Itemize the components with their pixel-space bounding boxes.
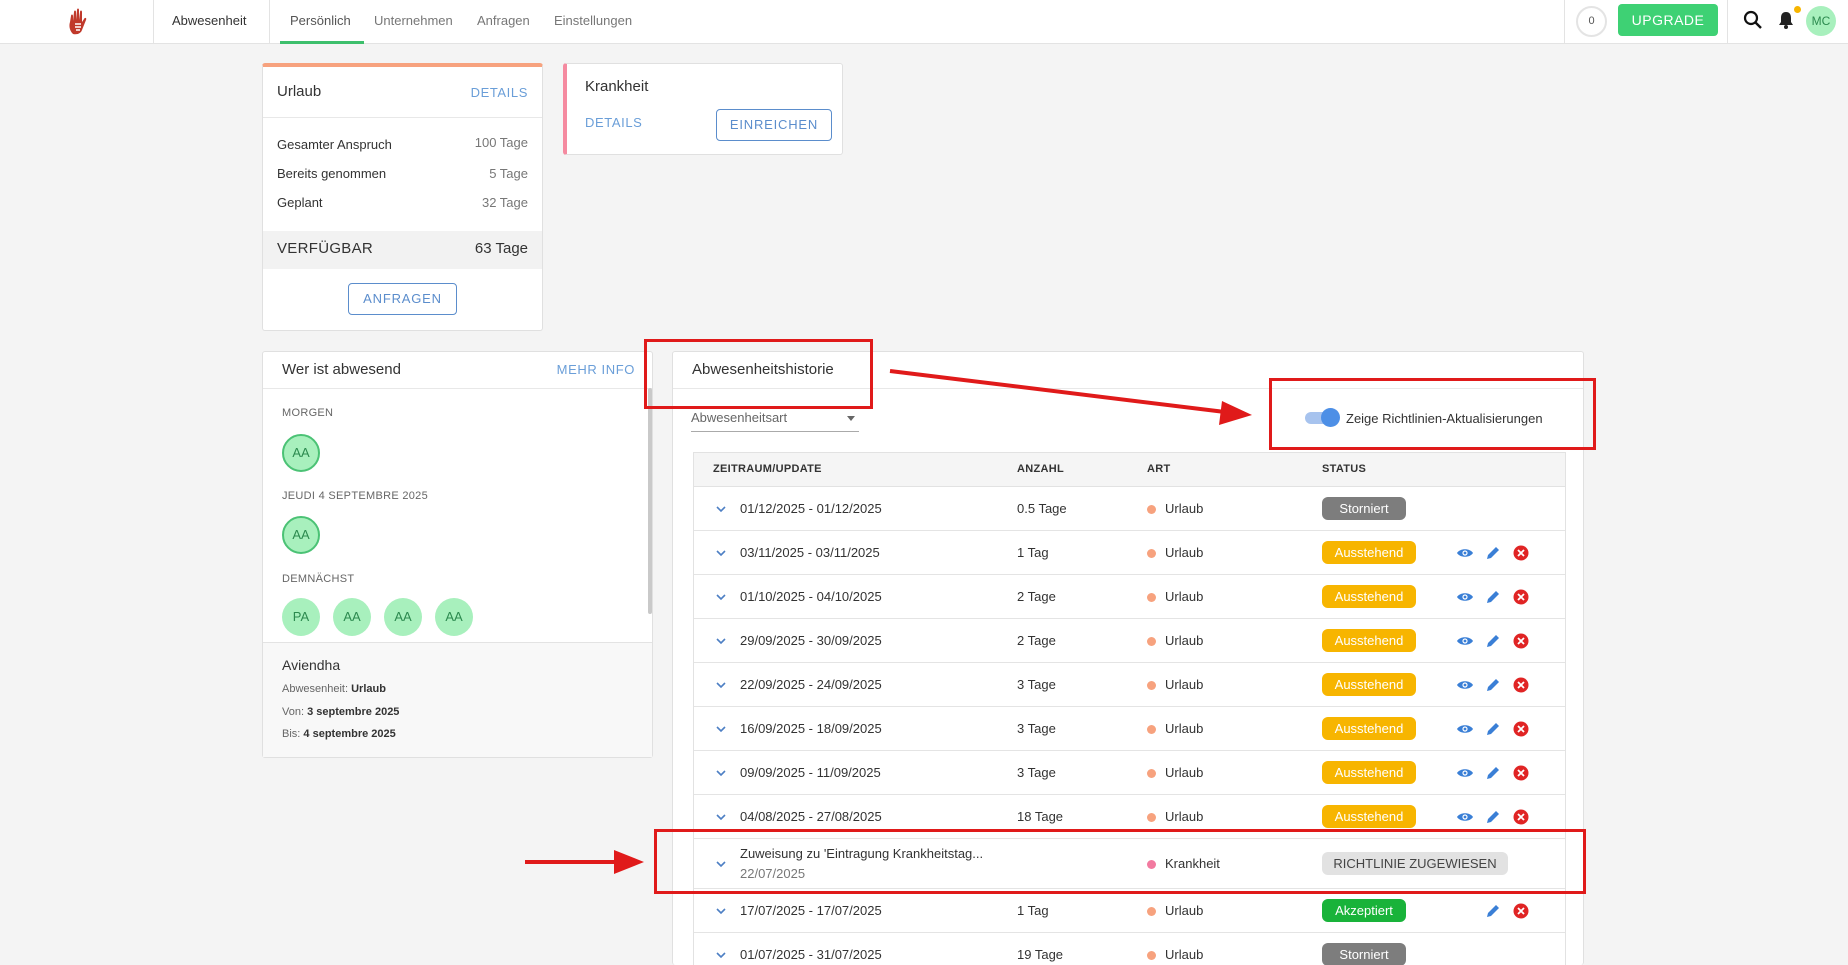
annotation-arrow xyxy=(889,369,1226,414)
arrow-head-icon xyxy=(1219,401,1252,425)
annotation-arrows xyxy=(525,369,1252,874)
arrow-head-icon xyxy=(614,850,644,874)
